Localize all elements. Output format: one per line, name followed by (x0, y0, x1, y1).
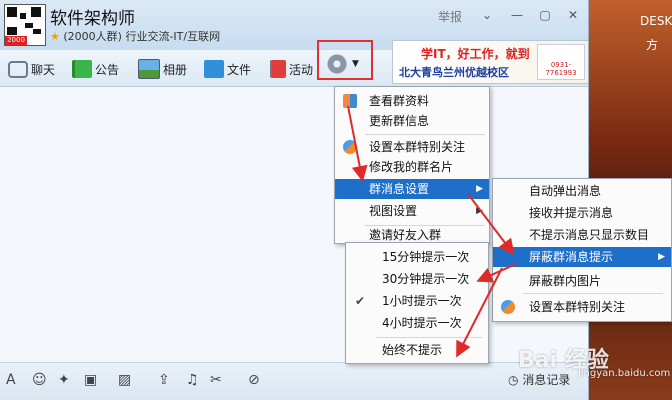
menu-item-message-settings[interactable]: 群消息设置 ▶ (335, 179, 489, 199)
submenu-arrow-icon: ▶ (658, 252, 665, 262)
group-name: 软件架构师 (50, 9, 135, 29)
qr-badge: 2000 (5, 36, 27, 45)
menu-item-update-group-info[interactable]: 更新群信息 (335, 111, 489, 131)
menu-item-view-settings[interactable]: 视图设置 ▶ (335, 201, 489, 221)
report-link[interactable]: 举报 (438, 8, 462, 25)
menu-item-1hour[interactable]: ✔ 1小时提示一次 (346, 291, 488, 311)
folder-icon (204, 60, 224, 78)
scissors-icon[interactable]: ✂ (210, 372, 222, 388)
message-log-label: 消息记录 (522, 373, 571, 387)
ad-phone: 0931-7761993 (545, 61, 577, 77)
tab-files-label: 文件 (227, 62, 252, 77)
group-meta-text: (2000人群) 行业交流-IT/互联网 (63, 30, 221, 43)
tab-chat[interactable]: 聊天 (8, 58, 55, 80)
flag-icon (72, 60, 92, 78)
star-icon: ★ (50, 30, 60, 43)
attention-icon (501, 300, 515, 314)
tab-album-label: 相册 (163, 62, 188, 77)
ad-banner[interactable]: 学IT，好工作，就到 北大青鸟兰州优越校区 0931-7761993 (392, 40, 588, 84)
menu-item-special-attention[interactable]: 设置本群特别关注 (335, 137, 489, 157)
tab-chat-label: 聊天 (31, 62, 56, 77)
tab-announcement-label: 公告 (95, 62, 120, 77)
menu-item-15min[interactable]: 15分钟提示一次 (346, 247, 488, 267)
menu-item-special-attention-2[interactable]: 设置本群特别关注 (493, 297, 671, 317)
menu-item-count-only[interactable]: 不提示消息只显示数目 (493, 225, 671, 245)
image-icon[interactable]: ▨ (118, 372, 131, 388)
red-flag-icon (270, 60, 286, 78)
checkmark-icon: ✔ (355, 294, 366, 308)
chat-bubble-icon (8, 60, 28, 78)
menu-item-auto-popup[interactable]: 自动弹出消息 (493, 181, 671, 201)
attention-icon (343, 140, 357, 154)
ad-line-1: 学IT，好工作，就到 (421, 47, 530, 61)
menu-item-block-notify[interactable]: 屏蔽群消息提示 ▶ (493, 247, 671, 267)
menu-item-never-notify[interactable]: 始终不提示 (346, 340, 488, 360)
submenu-arrow-icon: ▶ (476, 206, 483, 216)
caret-down-icon: ▼ (352, 59, 359, 69)
tab-activity-label: 活动 (289, 62, 314, 77)
clock-icon: ◷ (508, 373, 519, 387)
minimize-icon[interactable]: — (508, 8, 526, 22)
desktop-label: DESK (640, 14, 672, 28)
photo-icon (138, 59, 160, 79)
tab-album[interactable]: 相册 (138, 58, 187, 80)
tab-activity[interactable]: 活动 (270, 58, 313, 80)
group-qr-avatar[interactable]: 2000 (4, 4, 46, 46)
submenu-arrow-icon: ▶ (476, 184, 483, 194)
close-icon[interactable]: ✕ (564, 8, 582, 22)
block-interval-submenu: 15分钟提示一次 30分钟提示一次 ✔ 1小时提示一次 4小时提示一次 始终不提… (345, 242, 489, 364)
music-icon[interactable]: ♫ (186, 372, 199, 388)
message-settings-submenu: 自动弹出消息 接收并提示消息 不提示消息只显示数目 屏蔽群消息提示 ▶ 屏蔽群内… (492, 178, 672, 322)
settings-menu: 查看群资料 更新群信息 设置本群特别关注 修改我的群名片 群消息设置 ▶ 视图设… (334, 86, 490, 244)
font-icon[interactable]: A (6, 372, 16, 388)
menu-item-block-images[interactable]: 屏蔽群内图片 (493, 271, 671, 291)
tab-files[interactable]: 文件 (204, 58, 251, 80)
chevron-down-icon[interactable]: ⌄ (478, 8, 496, 22)
menu-item-30min[interactable]: 30分钟提示一次 (346, 269, 488, 289)
settings-dropdown-button[interactable]: ▼ (327, 52, 371, 76)
menu-item-edit-card[interactable]: 修改我的群名片 (335, 157, 489, 177)
shake-icon[interactable]: ▣ (84, 372, 97, 388)
magic-icon[interactable]: ✦ (58, 372, 70, 388)
menu-item-invite-friends[interactable]: 邀请好友入群 (335, 227, 489, 243)
gear-icon (327, 54, 347, 74)
desktop-label-2: 方 (646, 38, 659, 52)
menu-item-4hour[interactable]: 4小时提示一次 (346, 313, 488, 333)
tab-announcement[interactable]: 公告 (72, 58, 119, 80)
menu-item-view-group-info[interactable]: 查看群资料 (335, 91, 489, 111)
ad-line-2: 北大青鸟兰州优越校区 (399, 66, 509, 79)
ad-logo: 0931-7761993 (537, 44, 585, 80)
block-icon[interactable]: ⊘ (248, 372, 260, 388)
maximize-icon[interactable]: ▢ (536, 8, 554, 22)
baidu-watermark-url: jingyan.baidu.com (578, 368, 671, 379)
upload-icon[interactable]: ⇪ (158, 372, 170, 388)
emoji-icon[interactable]: ☺ (32, 372, 47, 388)
group-meta: ★ (2000人群) 行业交流-IT/互联网 (50, 28, 220, 44)
info-card-icon (343, 94, 357, 108)
menu-item-receive-notify[interactable]: 接收并提示消息 (493, 203, 671, 223)
